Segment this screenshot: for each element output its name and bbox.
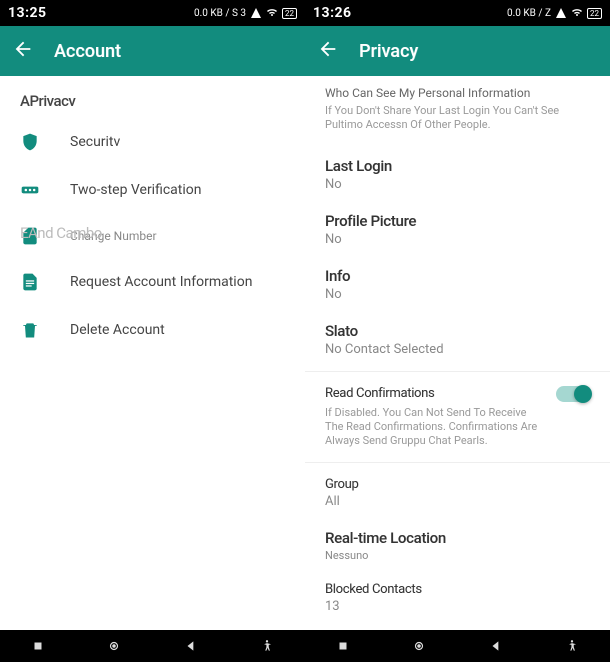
read-confirmations-toggle[interactable] [556,386,590,402]
nav-back-icon[interactable] [184,639,198,653]
item-sub: If Disabled. You Can Not Send To Receive… [325,406,545,449]
nav-back-icon[interactable] [489,639,503,653]
nav-recent-icon[interactable] [336,639,350,653]
item-label: Securitv [70,134,120,150]
item-read-confirmations[interactable]: Read Confirmations If Disabled. You Can … [305,376,610,459]
page-title: Account [54,41,121,62]
item-value: No [325,232,590,247]
item-title: Read Confirmations [325,386,434,401]
item-request-info[interactable]: Request Account Information [0,258,305,306]
status-right: 0.0 KB / Z 22 [507,7,602,19]
nav-bar-left [0,630,305,662]
section-sub: If You Don't Share Your Last Login You C… [325,104,590,133]
item-two-step[interactable]: Two-step Verification [0,166,305,214]
app-header: Privacy [305,26,610,76]
battery-icon: 22 [587,8,602,19]
divider [305,371,610,372]
nav-home-icon[interactable] [412,639,426,653]
item-realtime-location[interactable]: Real-time Location Nessuno [305,519,610,572]
item-value: 13 [325,599,590,614]
net-speed: 0.0 KB / S 3 [194,8,246,19]
item-value: No [325,177,590,192]
status-bar: 13:26 0.0 KB / Z 22 [305,0,610,26]
item-value: All [325,494,590,509]
content-right: Who Can See My Personal Information If Y… [305,76,610,630]
item-value: No Contact Selected [325,342,590,357]
item-label: Delete Account [70,322,165,338]
item-fingerprint[interactable]: Blocco con impronta digitale [305,624,610,630]
item-title: Group [325,477,590,492]
status-time: 13:25 [8,5,47,21]
item-blocked-contacts[interactable]: Blocked Contacts 13 [305,572,610,624]
nav-bar-right [305,630,610,662]
item-group[interactable]: Group All [305,467,610,519]
item-security[interactable]: Securitv [0,118,305,166]
battery-icon: 22 [282,8,297,19]
item-value: Nessuno [325,549,590,562]
item-value: No [325,287,590,302]
toggle-knob [574,385,592,403]
item-delete-account[interactable]: Delete Account [0,306,305,354]
net-speed: 0.0 KB / Z [507,8,551,19]
item-last-login[interactable]: Last Login No [305,147,610,202]
right-phone: 13:26 0.0 KB / Z 22 Privacy Who Can See … [305,0,610,630]
item-slato[interactable]: Slato No Contact Selected [305,312,610,367]
item-title: Real-time Location [325,529,590,547]
ghost-text: EAnd Cambo [0,216,122,250]
document-icon [20,272,40,292]
item-title: Slato [325,322,590,340]
back-arrow-icon [317,38,339,60]
app-header: Account [0,26,305,76]
divider [305,462,610,463]
page-title: Privacy [359,41,418,62]
item-title: Profile Picture [325,212,590,230]
section-privacy-header: APrivacv [0,76,305,118]
status-bar: 13:25 0.0 KB / S 3 22 [0,0,305,26]
back-button[interactable] [317,38,339,64]
item-title: Blocked Contacts [325,582,590,597]
left-phone: 13:25 0.0 KB / S 3 22 Account APrivacv S… [0,0,305,630]
wifi-icon [571,7,583,19]
wifi-icon [266,7,278,19]
dots-icon [20,180,40,200]
signal-icon [250,7,262,19]
item-label: Two-step Verification [70,182,202,198]
item-title: Last Login [325,157,590,175]
item-title: Info [325,267,590,285]
item-info[interactable]: Info No [305,257,610,312]
content-left: APrivacv Securitv Two-step Verification … [0,76,305,630]
back-arrow-icon [12,38,34,60]
item-profile-picture[interactable]: Profile Picture No [305,202,610,257]
back-button[interactable] [12,38,34,64]
trash-icon [20,320,40,340]
section-head: Who Can See My Personal Information [325,86,590,100]
nav-accessibility-icon[interactable] [565,639,579,653]
signal-icon [555,7,567,19]
status-right: 0.0 KB / S 3 22 [194,7,297,19]
who-can-see: Who Can See My Personal Information If Y… [305,76,610,147]
nav-home-icon[interactable] [107,639,121,653]
nav-recent-icon[interactable] [31,639,45,653]
item-label: Request Account Information [70,274,252,290]
nav-accessibility-icon[interactable] [260,639,274,653]
shield-icon [20,132,40,152]
status-time: 13:26 [313,5,352,21]
